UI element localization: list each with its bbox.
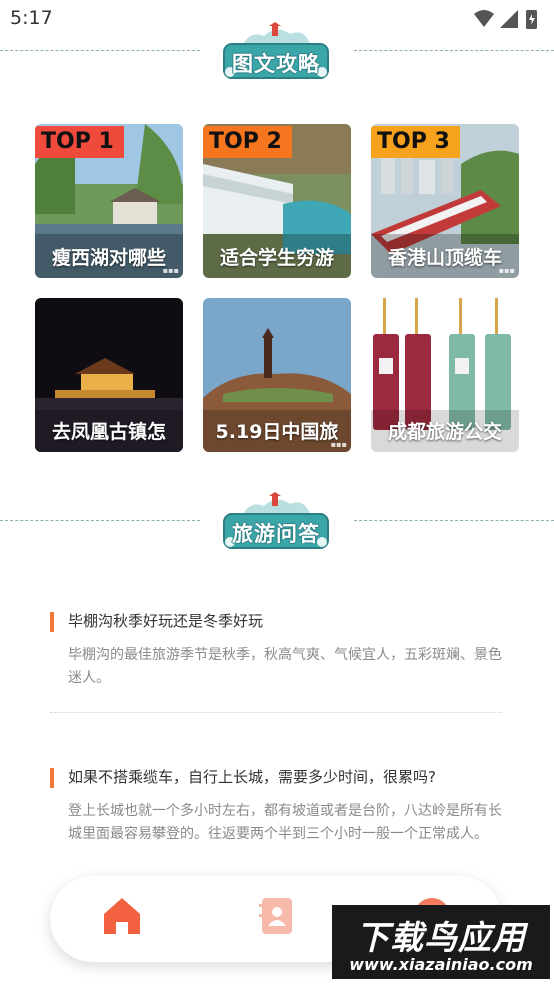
guide-title: 去凤凰古镇怎 [51, 421, 166, 443]
nav-contacts[interactable] [254, 894, 298, 938]
qa-answer: 登上长城也就一个多小时左右，都有坡道或者是台阶，八达岭是所有长城里面最容易攀登的… [68, 803, 502, 842]
guide-title: 香港山顶缆车 [387, 247, 502, 269]
watermark-text: ▪▪▪ [162, 266, 179, 275]
qa-badge: 旅游问答 [220, 492, 332, 552]
divider [354, 520, 554, 521]
guide-card[interactable]: 去凤凰古镇怎 [35, 298, 183, 452]
guides-section-header: 图文攻略 [0, 22, 554, 82]
divider [0, 520, 200, 521]
watermark-text: ▪▪▪ [498, 266, 515, 275]
guide-card[interactable]: 5.19日中国旅 ▪▪▪ [203, 298, 351, 452]
nav-home[interactable] [100, 894, 144, 938]
watermark-title: 下载鸟应用 [356, 918, 526, 957]
accent-bar [50, 768, 54, 788]
guide-card[interactable]: 成都旅游公交 [371, 298, 519, 452]
home-icon [104, 898, 140, 934]
contact-card-icon [259, 898, 292, 934]
guide-card[interactable]: TOP 3 香港山顶缆车 ▪▪▪ [371, 124, 519, 278]
accent-bar [50, 612, 54, 632]
site-watermark: 下载鸟应用 www.xiazainiao.com [332, 905, 550, 979]
rank-badge: TOP 1 [35, 126, 124, 158]
qa-separator [50, 712, 502, 713]
qa-item[interactable]: 如果不搭乘缆车，自行上长城，需要多少时间，很累吗? 登上长城也就一个多小时左右，… [50, 766, 502, 870]
divider [0, 50, 200, 51]
guide-card[interactable]: TOP 2 适合学生穷游 [203, 124, 351, 278]
guide-title: 成都旅游公交 [387, 421, 502, 443]
guides-badge: 图文攻略 [220, 22, 332, 82]
qa-question: 毕棚沟秋季好玩还是冬季好玩 [68, 612, 264, 630]
qa-section-header: 旅游问答 [0, 492, 554, 552]
qa-question: 如果不搭乘缆车，自行上长城，需要多少时间，很累吗? [68, 768, 436, 786]
watermark-text: ▪▪▪ [330, 440, 347, 449]
rank-badge: TOP 3 [371, 126, 460, 158]
qa-section-title: 旅游问答 [232, 522, 320, 546]
watermark-url: www.xiazainiao.com [349, 955, 533, 974]
qa-item[interactable]: 毕棚沟秋季好玩还是冬季好玩 毕棚沟的最佳旅游季节是秋季，秋高气爽、气候宜人，五彩… [50, 610, 502, 690]
divider [354, 50, 554, 51]
qa-answer: 毕棚沟的最佳旅游季节是秋季，秋高气爽、气候宜人，五彩斑斓、景色迷人。 [68, 647, 502, 686]
guide-title: 适合学生穷游 [219, 247, 334, 269]
rank-badge: TOP 2 [203, 126, 292, 158]
guide-title: 瘦西湖对哪些 [51, 247, 166, 269]
guide-title: 5.19日中国旅 [215, 421, 339, 443]
guide-card[interactable]: TOP 1 瘦西湖对哪些 ▪▪▪ [35, 124, 183, 278]
guides-section-title: 图文攻略 [232, 52, 320, 76]
